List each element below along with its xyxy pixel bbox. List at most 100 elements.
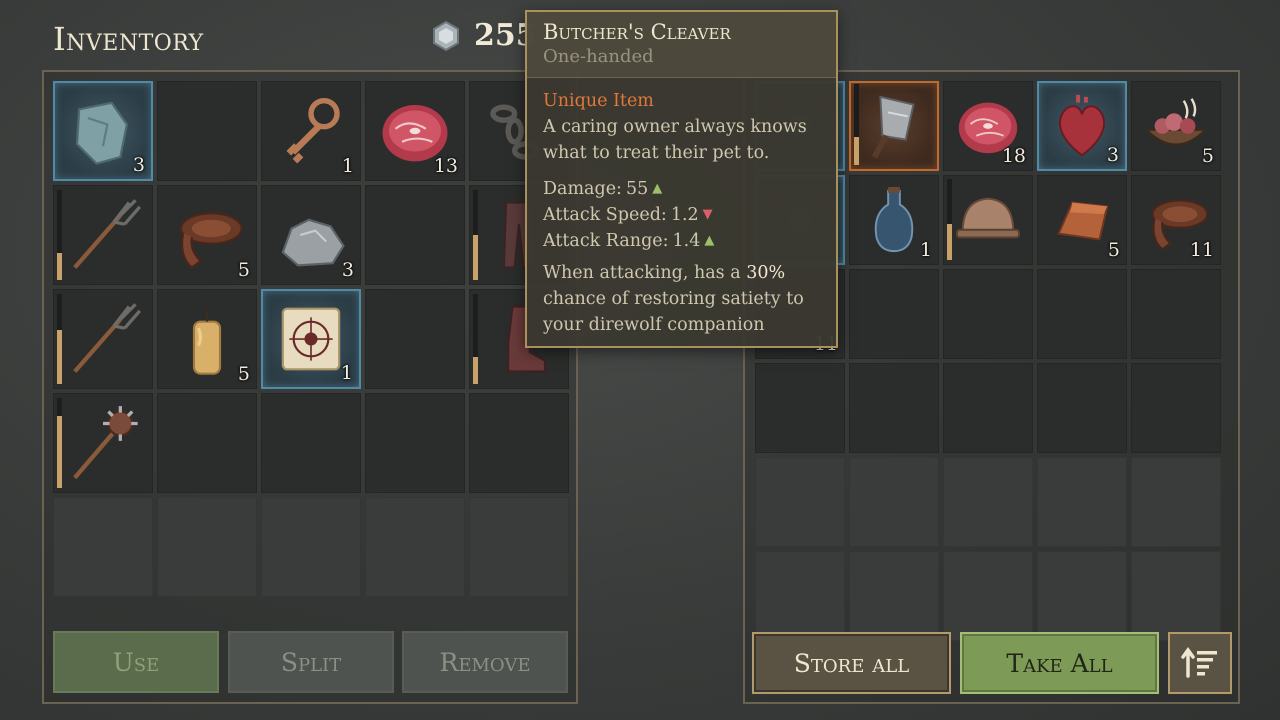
tooltip-stat-row: Attack Speed: 1.2 ▼ (543, 202, 820, 228)
currency-display: 255 (430, 18, 537, 53)
stat-down-arrow-icon: ▼ (702, 207, 713, 222)
container-slot[interactable]: 5 (1131, 81, 1221, 171)
store-all-button[interactable]: Store all (752, 632, 951, 694)
container-slot[interactable] (849, 363, 939, 453)
tooltip-effect: When attacking, has a 30% chance of rest… (543, 260, 820, 338)
stack-count: 1 (919, 239, 932, 261)
inventory-slot[interactable] (261, 393, 361, 493)
container-slot[interactable] (1131, 363, 1221, 453)
stack-count: 5 (1201, 145, 1214, 167)
inventory-slot[interactable] (365, 185, 465, 285)
inventory-slot[interactable] (365, 289, 465, 389)
inventory-slot[interactable]: 5 (157, 185, 257, 285)
stack-count: 1 (340, 362, 353, 384)
inventory-slot[interactable] (53, 289, 153, 389)
inventory-slot[interactable]: 3 (261, 185, 361, 285)
glass-bottle-icon (874, 186, 914, 253)
inventory-slot[interactable]: 5 (157, 289, 257, 389)
inventory-slot[interactable] (53, 497, 153, 597)
container-slot[interactable]: 5 (1037, 175, 1127, 265)
container-slot[interactable] (943, 269, 1033, 359)
tooltip-header: Butcher's Cleaver One-handed (527, 12, 836, 78)
container-slot[interactable] (755, 551, 845, 641)
stack-count: 3 (1106, 144, 1119, 166)
tooltip-effect-post: chance of restoring satiety to your dire… (543, 289, 804, 335)
container-slot[interactable] (849, 551, 939, 641)
item-tooltip: Butcher's Cleaver One-handed Unique Item… (525, 10, 838, 348)
stack-count: 5 (237, 363, 250, 385)
stack-count: 5 (237, 259, 250, 281)
silver-gem-icon (433, 20, 459, 51)
container-slot[interactable] (1131, 269, 1221, 359)
cloth-scrap-icon (75, 101, 128, 165)
inventory-slot[interactable]: 3 (53, 81, 153, 181)
tooltip-item-name: Butcher's Cleaver (543, 20, 731, 44)
skull-scroll-icon (281, 307, 341, 371)
container-slot[interactable] (849, 457, 939, 547)
ornate-key-icon (286, 97, 340, 164)
inventory-slot[interactable] (157, 81, 257, 181)
split-button[interactable]: Split (228, 631, 394, 693)
container-slot[interactable] (1131, 551, 1221, 641)
bowl-of-guts-icon (1144, 98, 1208, 146)
inventory-slot[interactable]: 13 (365, 81, 465, 181)
leather-roll-icon (179, 212, 243, 269)
durability-bar (57, 294, 62, 384)
container-slot[interactable]: 1 (849, 175, 939, 265)
tooltip-stat-row: Damage: 55 ▲ (543, 176, 820, 202)
inventory-grid: 3 1 13 5 3 5 1 (53, 81, 569, 597)
stat-value: 1.4 (672, 231, 701, 251)
inventory-slot[interactable] (469, 393, 569, 493)
inventory-slot[interactable] (53, 393, 153, 493)
inventory-slot[interactable] (365, 393, 465, 493)
container-slot[interactable] (943, 457, 1033, 547)
durability-bar (57, 398, 62, 488)
durability-bar (473, 190, 478, 280)
container-slot[interactable]: 18 (943, 81, 1033, 171)
stat-label: Attack Range: (543, 231, 669, 251)
inventory-slot[interactable] (261, 497, 361, 597)
inventory-slot[interactable]: 1 (261, 289, 361, 389)
stack-count: 18 (1001, 145, 1026, 167)
container-slot[interactable] (755, 363, 845, 453)
tooltip-rarity: Unique Item (543, 91, 654, 111)
sort-button[interactable] (1168, 632, 1232, 694)
container-slot[interactable]: 3 (1037, 81, 1127, 171)
use-button[interactable]: Use (53, 631, 219, 693)
stack-count: 5 (1107, 239, 1120, 261)
tooltip-flavor-text: A caring owner always knows what to trea… (543, 117, 807, 163)
inventory-title: Inventory (53, 20, 204, 58)
container-slot[interactable] (1131, 457, 1221, 547)
durability-bar (947, 179, 952, 260)
inventory-slot[interactable]: 1 (261, 81, 361, 181)
container-slot[interactable] (1037, 551, 1127, 641)
spiked-mace-icon (73, 406, 138, 480)
container-slot[interactable] (849, 269, 939, 359)
tooltip-effect-value: 30% (746, 263, 786, 283)
container-slot[interactable] (943, 363, 1033, 453)
container-slot[interactable] (755, 457, 845, 547)
stat-label: Attack Speed: (543, 205, 667, 225)
stack-count: 11 (1189, 239, 1214, 261)
container-slot[interactable] (943, 175, 1033, 265)
inventory-slot[interactable] (157, 497, 257, 597)
container-slot[interactable] (1037, 269, 1127, 359)
inventory-slot[interactable] (365, 497, 465, 597)
container-slot[interactable]: 11 (1131, 175, 1221, 265)
cleaver-icon (871, 95, 915, 159)
take-all-button[interactable]: Take All (960, 632, 1159, 694)
container-slot[interactable] (943, 551, 1033, 641)
inventory-slot[interactable] (53, 185, 153, 285)
stat-up-arrow-icon: ▲ (652, 181, 663, 196)
inventory-slot[interactable] (469, 497, 569, 597)
pitchfork-icon (73, 303, 142, 373)
pitchfork-icon (73, 199, 142, 269)
container-slot[interactable] (1037, 363, 1127, 453)
durability-bar (57, 190, 62, 280)
tooltip-stat-row: Attack Range: 1.4 ▲ (543, 228, 820, 254)
container-slot[interactable] (849, 81, 939, 171)
remove-button[interactable]: Remove (402, 631, 568, 693)
container-slot[interactable] (1037, 457, 1127, 547)
stack-count: 3 (341, 259, 354, 281)
inventory-slot[interactable] (157, 393, 257, 493)
